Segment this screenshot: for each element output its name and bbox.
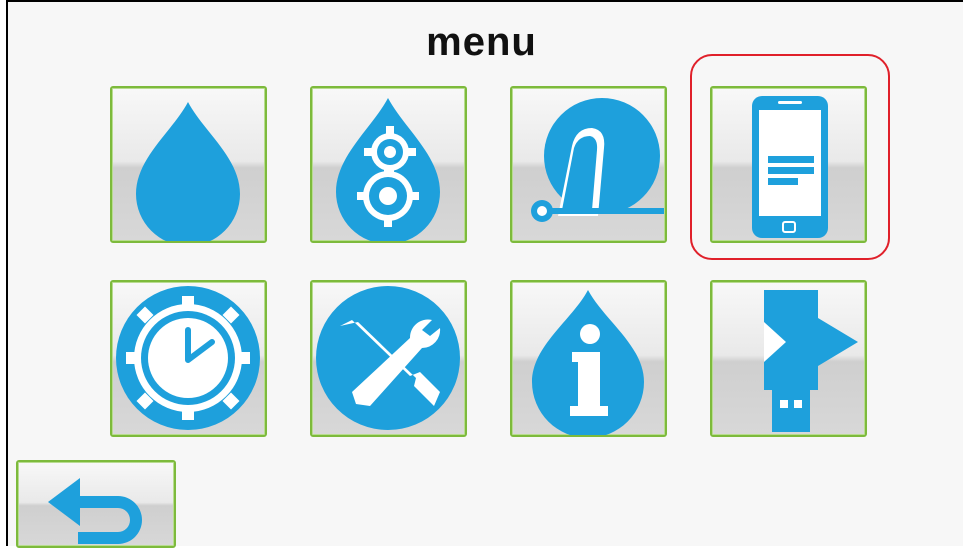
drop-gears-icon: [336, 98, 440, 241]
back-button[interactable]: [16, 460, 176, 548]
tools-button[interactable]: [310, 280, 467, 437]
info-drop-icon: [532, 290, 644, 435]
water-button[interactable]: [110, 86, 267, 243]
usb-export-button[interactable]: [710, 280, 867, 437]
back-arrow-icon: [48, 478, 142, 544]
pump-button[interactable]: [510, 86, 667, 243]
dosing-pump-icon: [531, 98, 664, 222]
clock-gear-icon: [116, 286, 260, 430]
selection-highlight: [690, 54, 890, 260]
clock-settings-button[interactable]: [110, 280, 267, 437]
info-button[interactable]: [510, 280, 667, 437]
tools-icon: [316, 286, 460, 430]
usb-export-icon: [764, 290, 858, 432]
drop-gears-button[interactable]: [310, 86, 467, 243]
water-drop-icon: [136, 102, 240, 241]
